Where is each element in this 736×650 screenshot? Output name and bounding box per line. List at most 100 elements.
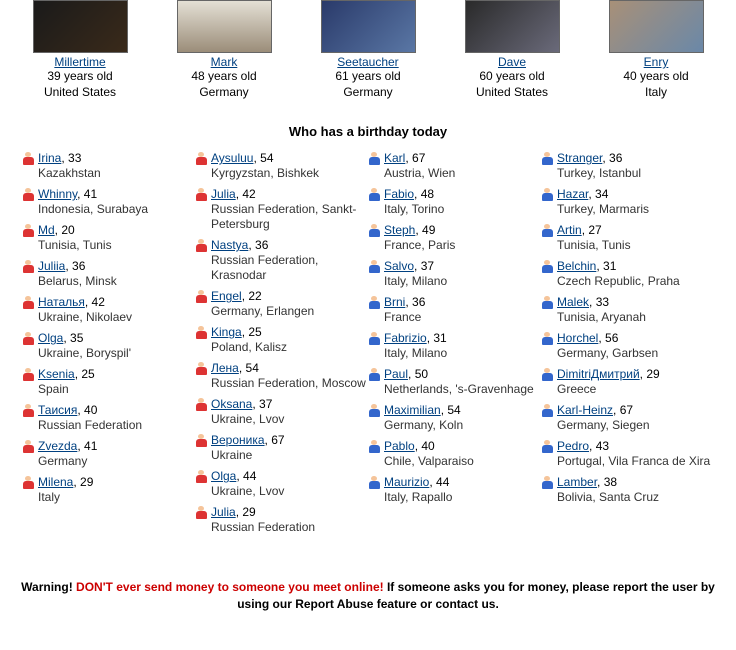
person-name-link[interactable]: Наталья bbox=[38, 295, 85, 309]
featured-photo[interactable] bbox=[465, 0, 560, 53]
person-name-link[interactable]: Hazar bbox=[557, 187, 588, 201]
person-name-link[interactable]: Maurizio bbox=[384, 475, 429, 489]
person-name-link[interactable]: Milena bbox=[38, 475, 73, 489]
person-name-link[interactable]: Karl-Heinz bbox=[557, 403, 613, 417]
birthday-person: Pablo, 40Chile, Valparaiso bbox=[368, 439, 541, 469]
person-age-value: 22 bbox=[248, 289, 261, 303]
person-age-value: 36 bbox=[609, 151, 622, 165]
person-location: Russian Federation bbox=[38, 418, 142, 432]
featured-photo[interactable] bbox=[321, 0, 416, 53]
person-name-link[interactable]: Artin bbox=[557, 223, 582, 237]
person-name-link[interactable]: Fabio bbox=[384, 187, 414, 201]
person-age-value: 67 bbox=[620, 403, 633, 417]
person-name-link[interactable]: Julia bbox=[211, 505, 236, 519]
male-avatar-icon bbox=[368, 368, 380, 381]
featured-card: Enry40 years oldItaly bbox=[589, 0, 724, 100]
person-location: France bbox=[384, 310, 421, 324]
birthday-person: Olga, 35Ukraine, Boryspil' bbox=[22, 331, 195, 361]
featured-name-link[interactable]: Millertime bbox=[54, 55, 105, 69]
featured-card: Millertime39 years oldUnited States bbox=[13, 0, 148, 100]
person-name-link[interactable]: Belchin bbox=[557, 259, 596, 273]
person-name-link[interactable]: Oksana bbox=[211, 397, 252, 411]
person-name-link[interactable]: Stranger bbox=[557, 151, 602, 165]
birthday-column: Irina, 33KazakhstanWhinny, 41Indonesia, … bbox=[22, 151, 195, 541]
person-age: , bbox=[405, 151, 412, 165]
person-name-link[interactable]: Pedro bbox=[557, 439, 589, 453]
person-name-link[interactable]: Horchel bbox=[557, 331, 598, 345]
person-name-link[interactable]: Вероника bbox=[211, 433, 265, 447]
birthday-person: Aysuluu, 54Kyrgyzstan, Bishkek bbox=[195, 151, 368, 181]
person-age-value: 33 bbox=[596, 295, 609, 309]
person-age-value: 31 bbox=[433, 331, 446, 345]
person-name-link[interactable]: Julia bbox=[211, 187, 236, 201]
featured-name-link[interactable]: Dave bbox=[498, 55, 526, 69]
birthday-person: DimitriДмитрий, 29Greece bbox=[541, 367, 714, 397]
birthday-person: Artin, 27Tunisia, Tunis bbox=[541, 223, 714, 253]
male-avatar-icon bbox=[368, 224, 380, 237]
person-name-link[interactable]: Juliia bbox=[38, 259, 65, 273]
person-name-link[interactable]: Paul bbox=[384, 367, 408, 381]
person-age-value: 27 bbox=[588, 223, 601, 237]
featured-photo[interactable] bbox=[177, 0, 272, 53]
person-name-link[interactable]: Kinga bbox=[211, 325, 242, 339]
person-name-link[interactable]: Ksenia bbox=[38, 367, 75, 381]
person-name-link[interactable]: Md bbox=[38, 223, 55, 237]
featured-age: 39 years old bbox=[13, 69, 148, 85]
birthday-person: Hazar, 34Turkey, Marmaris bbox=[541, 187, 714, 217]
person-location: Ukraine, Nikolaev bbox=[38, 310, 132, 324]
male-avatar-icon bbox=[368, 332, 380, 345]
person-name-link[interactable]: Таисия bbox=[38, 403, 77, 417]
birthday-person: Zvezda, 41Germany bbox=[22, 439, 195, 469]
person-name-link[interactable]: Lamber bbox=[557, 475, 597, 489]
person-name-link[interactable]: Лена bbox=[211, 361, 239, 375]
person-name-link[interactable]: Aysuluu bbox=[211, 151, 253, 165]
person-location: Belarus, Minsk bbox=[38, 274, 117, 288]
featured-card: Dave60 years oldUnited States bbox=[445, 0, 580, 100]
female-avatar-icon bbox=[22, 404, 34, 417]
person-name-link[interactable]: Fabrizio bbox=[384, 331, 427, 345]
person-name-link[interactable]: Nastya bbox=[211, 238, 248, 252]
person-age-value: 49 bbox=[422, 223, 435, 237]
person-name-link[interactable]: Malek bbox=[557, 295, 589, 309]
birthday-person: Таисия, 40Russian Federation bbox=[22, 403, 195, 433]
person-age-value: 36 bbox=[72, 259, 85, 273]
person-name-link[interactable]: Maximilian bbox=[384, 403, 441, 417]
person-location: Netherlands, 's-Gravenhage bbox=[384, 382, 534, 396]
person-name-link[interactable]: Olga bbox=[38, 331, 63, 345]
featured-photo[interactable] bbox=[33, 0, 128, 53]
person-age-value: 43 bbox=[596, 439, 609, 453]
person-age: , bbox=[239, 361, 246, 375]
person-name-link[interactable]: Brni bbox=[384, 295, 405, 309]
birthday-person: Karl, 67Austria, Wien bbox=[368, 151, 541, 181]
person-name-link[interactable]: Salvo bbox=[384, 259, 414, 273]
female-avatar-icon bbox=[195, 239, 207, 252]
featured-name-link[interactable]: Enry bbox=[644, 55, 669, 69]
birthday-person: Irina, 33Kazakhstan bbox=[22, 151, 195, 181]
person-name-link[interactable]: Whinny bbox=[38, 187, 77, 201]
person-location: Turkey, Istanbul bbox=[557, 166, 641, 180]
person-age-value: 25 bbox=[81, 367, 94, 381]
featured-name-link[interactable]: Seetaucher bbox=[337, 55, 398, 69]
featured-name-link[interactable]: Mark bbox=[211, 55, 238, 69]
male-avatar-icon bbox=[368, 260, 380, 273]
person-location: Russian Federation, Krasnodar bbox=[211, 253, 318, 282]
featured-country: Italy bbox=[589, 85, 724, 101]
person-name-link[interactable]: Irina bbox=[38, 151, 61, 165]
person-name-link[interactable]: DimitriДмитрий bbox=[557, 367, 640, 381]
birthday-person: Salvo, 37Italy, Milano bbox=[368, 259, 541, 289]
person-name-link[interactable]: Zvezda bbox=[38, 439, 77, 453]
person-name-link[interactable]: Engel bbox=[211, 289, 242, 303]
person-name-link[interactable]: Karl bbox=[384, 151, 405, 165]
male-avatar-icon bbox=[541, 188, 553, 201]
person-age-value: 29 bbox=[242, 505, 255, 519]
person-name-link[interactable]: Pablo bbox=[384, 439, 415, 453]
person-age: , bbox=[77, 187, 84, 201]
person-age-value: 44 bbox=[243, 469, 256, 483]
person-location: Kyrgyzstan, Bishkek bbox=[211, 166, 319, 180]
person-name-link[interactable]: Steph bbox=[384, 223, 415, 237]
person-name-link[interactable]: Olga bbox=[211, 469, 236, 483]
featured-photo[interactable] bbox=[609, 0, 704, 53]
female-avatar-icon bbox=[22, 296, 34, 309]
person-age: , bbox=[408, 367, 415, 381]
person-age: , bbox=[613, 403, 620, 417]
